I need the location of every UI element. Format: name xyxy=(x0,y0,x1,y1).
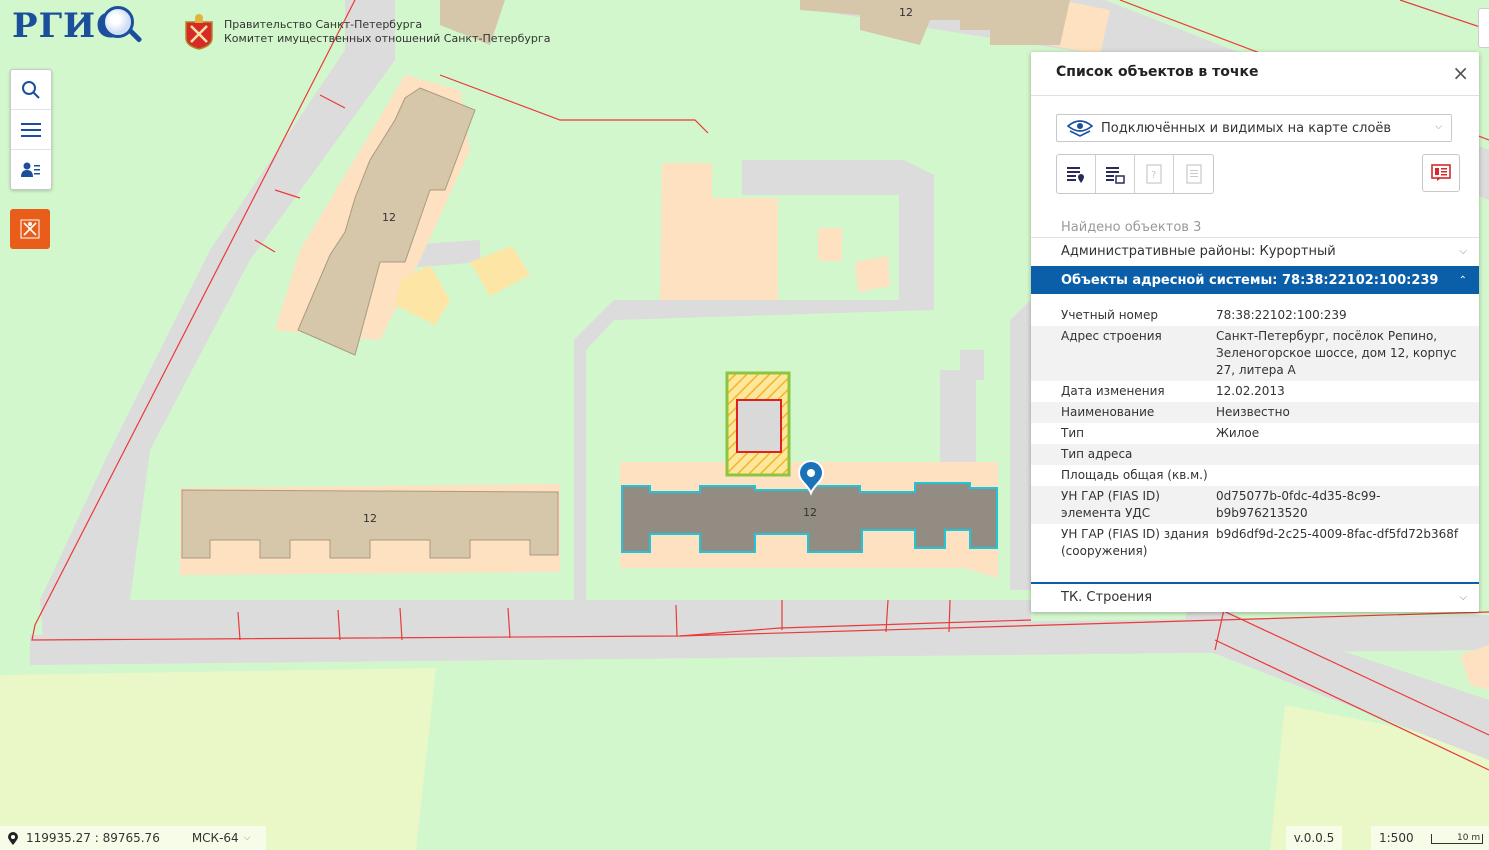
left-toolbar xyxy=(10,69,52,190)
chevron-down-icon: ⌵ xyxy=(243,833,251,843)
user-button[interactable] xyxy=(11,150,51,189)
coordinates-readout: 119935.27 : 89765.76 xyxy=(26,831,160,845)
objects-at-point-panel: Список объектов в точке × Подключённых и… xyxy=(1031,52,1479,612)
unknown-doc-button[interactable]: ? xyxy=(1135,155,1174,193)
pin-icon xyxy=(8,831,18,845)
crs-select[interactable]: МСК-64 xyxy=(192,831,239,845)
chevron-up-icon: ⌃ xyxy=(1458,274,1467,286)
found-count: Найдено объектов 3 xyxy=(1061,220,1202,235)
search-button[interactable] xyxy=(11,70,51,110)
eye-layers-icon xyxy=(1067,120,1093,137)
district-layer-button[interactable] xyxy=(10,209,50,249)
document-button[interactable] xyxy=(1174,155,1213,193)
menu-icon xyxy=(21,122,41,137)
section-address-objects[interactable]: Объекты адресной системы: 78:38:22102:10… xyxy=(1031,266,1479,294)
scale-ratio: 1:500 xyxy=(1379,831,1414,845)
layer-filter-select[interactable]: Подключённых и видимых на карте слоёв ⌵ xyxy=(1056,114,1452,142)
svg-text:?: ? xyxy=(1151,170,1156,181)
coordinate-bar: 119935.27 : 89765.76 МСК-64 ⌵ xyxy=(0,826,266,850)
section-admin-districts[interactable]: Административные районы: Курортный ⌵ xyxy=(1031,237,1479,265)
chevron-down-icon: ⌵ xyxy=(1435,122,1442,132)
table-row: Адрес строения Санкт-Петербург, посёлок Р… xyxy=(1031,326,1479,381)
table-row: Наименование Неизвестно xyxy=(1031,402,1479,423)
table-row: Тип Жилое xyxy=(1061,426,1260,440)
scale-indicator: 1:500 10 m xyxy=(1371,826,1489,850)
chevron-down-icon: ⌵ xyxy=(1459,591,1467,603)
attributes-table: Учетный номер 78:38:22102:100:239 Адрес с… xyxy=(1031,305,1479,562)
layer-filter-value: Подключённых и видимых на карте слоёв xyxy=(1101,120,1392,136)
pdf-report-icon xyxy=(1431,164,1451,181)
building-label: 12 xyxy=(382,211,396,224)
coat-of-arms-icon xyxy=(185,14,213,50)
list-area-button[interactable] xyxy=(1096,155,1135,193)
view-mode-buttons: ? xyxy=(1056,154,1214,194)
table-row: УН ГАР (FIAS ID) элемента УДС 0d75077b-0f… xyxy=(1031,486,1479,524)
list-location-button[interactable] xyxy=(1057,155,1096,193)
search-icon xyxy=(22,80,40,99)
section-tk-buildings[interactable]: ТК. Строения ⌵ xyxy=(1031,582,1479,610)
menu-button[interactable] xyxy=(11,110,51,150)
question-doc-icon: ? xyxy=(1146,164,1162,184)
table-row: Учетный номер 78:38:22102:100:239 xyxy=(1061,308,1347,322)
building-label: 12 xyxy=(363,512,377,525)
export-pdf-button[interactable] xyxy=(1422,154,1460,192)
table-row: УН ГАР (FIAS ID) здания (сооружения) b9d6… xyxy=(1061,527,1459,558)
chevron-down-icon: ⌵ xyxy=(1459,246,1467,257)
government-title: Правительство Санкт-Петербурга Комитет и… xyxy=(224,18,551,45)
table-row: Площадь общая (кв.м.) xyxy=(1061,468,1208,482)
table-row: Дата изменения 12.02.2013 xyxy=(1061,384,1285,398)
close-icon[interactable]: × xyxy=(1452,63,1469,83)
panel-title: Список объектов в точке xyxy=(1056,64,1259,80)
table-row: Тип адреса xyxy=(1031,444,1479,465)
side-panel-toggle[interactable] xyxy=(1478,8,1489,48)
building-label: 12 xyxy=(803,506,817,519)
document-icon xyxy=(1185,164,1202,184)
spb-coat-icon xyxy=(20,219,40,239)
building-label: 12 xyxy=(899,6,913,19)
version-label: v.0.0.5 xyxy=(1286,826,1342,850)
scale-bar-label: 10 m xyxy=(1457,833,1481,843)
user-list-icon xyxy=(21,162,40,177)
list-location-icon xyxy=(1067,167,1084,183)
list-area-icon xyxy=(1106,167,1125,184)
